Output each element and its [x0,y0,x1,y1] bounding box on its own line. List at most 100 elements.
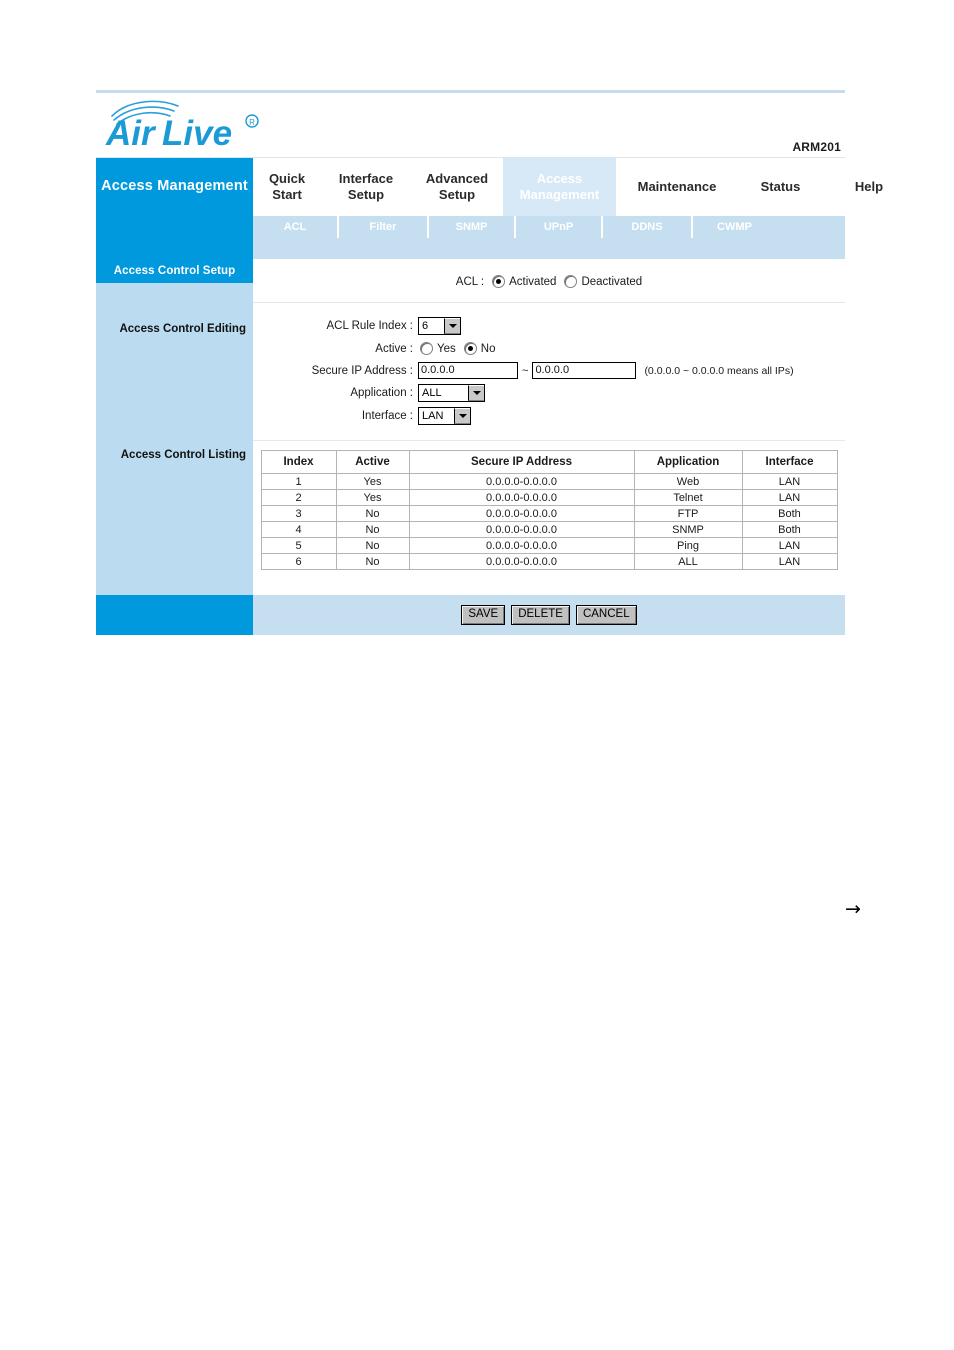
cell-application: SNMP [633,521,743,538]
acl-label: ACL : [455,275,485,288]
subtab-acl[interactable]: ACL [253,216,337,238]
cell-secure-ip: 0.0.0.0-0.0.0.0 [408,473,635,490]
column-header-interface: Interface [741,450,838,474]
chevron-down-icon [444,318,460,334]
active-yes-label: Yes [437,342,456,355]
subtab-snmp[interactable]: SNMP [429,216,514,238]
rule-index-label: ACL Rule Index : [326,320,413,332]
cell-application: Web [633,473,743,490]
application-value: ALL [422,387,442,399]
acl-table: Index Active Secure IP Address Applicati… [260,450,838,570]
active-no-radio[interactable] [463,342,477,355]
main-nav: Quick Start Interface Setup Advanced Set… [253,158,915,216]
table-row: 3 No 0.0.0.0-0.0.0.0 FTP Both [260,505,838,522]
acl-rule-index-value: 6 [422,320,429,332]
tab-quick-start[interactable]: Quick Start [253,158,321,216]
cell-secure-ip: 0.0.0.0-0.0.0.0 [408,521,635,538]
sidebar-label-access-control-editing: Access Control Editing [119,323,246,335]
cell-active: No [335,553,410,570]
interface-label: Interface : [361,410,413,422]
tab-interface-setup[interactable]: Interface Setup [321,158,411,216]
cell-index: 5 [260,537,337,554]
table-row: 5 No 0.0.0.0-0.0.0.0 Ping LAN [260,537,838,554]
interface-row: Interface : LAN [253,407,845,425]
band-right [253,238,845,259]
tab-maintenance[interactable]: Maintenance [616,158,738,216]
footer-left-block [96,595,253,635]
table-row: 2 Yes 0.0.0.0-0.0.0.0 Telnet LAN [260,489,838,506]
cell-index: 1 [260,473,337,490]
secure-ip-hint: (0.0.0.0 ~ 0.0.0.0 means all IPs) [644,364,794,377]
subtab-cwmp[interactable]: CWMP [693,216,845,238]
cell-secure-ip: 0.0.0.0-0.0.0.0 [408,553,635,570]
column-header-active: Active [335,450,410,474]
band-left [96,238,253,259]
cell-interface: LAN [741,473,838,490]
chevron-down-icon [454,408,470,424]
model-name: ARM201 [792,140,841,154]
interface-select[interactable]: LAN [418,407,471,425]
access-control-listing: Index Active Secure IP Address Applicati… [253,441,845,588]
save-button[interactable]: SAVE [461,605,506,625]
acl-rule-index-select[interactable]: 6 [418,317,461,335]
cell-active: No [335,521,410,538]
application-label: Application : [350,387,413,399]
tab-status[interactable]: Status [738,158,823,216]
cell-active: Yes [335,473,410,490]
secure-ip-start-input[interactable]: 0.0.0.0 [418,362,518,379]
router-admin-page: Air Live R ARM201 Access Management Quic… [96,90,915,635]
access-control-editing-form: ACL Rule Index : 6 Active : Yes No Secur… [253,303,845,440]
application-row: Application : ALL [253,384,845,402]
cell-active: No [335,505,410,522]
acl-activated-radio[interactable] [492,275,506,288]
secure-ip-range-separator: ~ [522,364,529,377]
interface-value: LAN [422,410,444,422]
tab-access-management[interactable]: Access Management [503,158,616,216]
secure-ip-end-input[interactable]: 0.0.0.0 [532,362,637,379]
table-row: 6 No 0.0.0.0-0.0.0.0 ALL LAN [260,553,838,570]
cell-application: Telnet [633,489,743,506]
sidebar-label-access-control-listing: Access Control Listing [120,449,246,461]
acl-deactivated-radio[interactable] [564,275,578,288]
cell-active: Yes [335,489,410,506]
sidebar: Access Control Setup Access Control Edit… [96,259,253,595]
acl-activated-label: Activated [509,275,557,288]
subtab-filter[interactable]: Filter [339,216,427,238]
nav-under-band [96,238,845,259]
rule-index-row: ACL Rule Index : 6 [253,317,845,335]
table-row: 4 No 0.0.0.0-0.0.0.0 SNMP Both [260,521,838,538]
table-header-row: Index Active Secure IP Address Applicati… [260,450,838,474]
brand-panel-title: Access Management [96,158,253,216]
content-panel: ACL : Activated Deactivated ACL Rule Ind… [253,259,845,595]
chevron-down-icon [468,385,484,401]
active-yes-radio[interactable] [420,342,433,355]
sub-nav: ACL Filter SNMP UPnP DDNS CWMP [253,216,845,238]
subtab-upnp[interactable]: UPnP [516,216,601,238]
sidebar-section-header: Access Control Setup [96,259,253,283]
airlive-logo: Air Live R [102,95,272,153]
cell-active: No [335,537,410,554]
tab-advanced-setup[interactable]: Advanced Setup [411,158,503,216]
active-row: Active : Yes No [253,340,845,357]
application-select[interactable]: ALL [418,384,485,402]
active-no-label: No [480,342,496,355]
cell-index: 6 [260,553,337,570]
secure-ip-row: Secure IP Address : 0.0.0.0 ~ 0.0.0.0 (0… [253,362,845,379]
delete-button[interactable]: DELETE [511,605,570,625]
page-arrow-glyph: → [845,898,861,920]
subtab-ddns[interactable]: DDNS [603,216,691,238]
footer-row: SAVE DELETE CANCEL [96,595,845,635]
cell-index: 3 [260,505,337,522]
cancel-button[interactable]: CANCEL [575,605,637,625]
acl-deactivated-label: Deactivated [581,275,643,288]
table-row: 1 Yes 0.0.0.0-0.0.0.0 Web LAN [260,473,838,490]
svg-text:Air: Air [105,114,157,153]
sub-nav-spacer [96,216,253,238]
sub-nav-row: ACL Filter SNMP UPnP DDNS CWMP [96,216,845,238]
cell-index: 4 [260,521,337,538]
cell-application: FTP [633,505,743,522]
footer-actions: SAVE DELETE CANCEL [253,595,845,635]
tab-help[interactable]: Help [823,158,915,216]
secure-ip-label: Secure IP Address : [311,364,413,377]
svg-text:Live: Live [162,114,232,153]
